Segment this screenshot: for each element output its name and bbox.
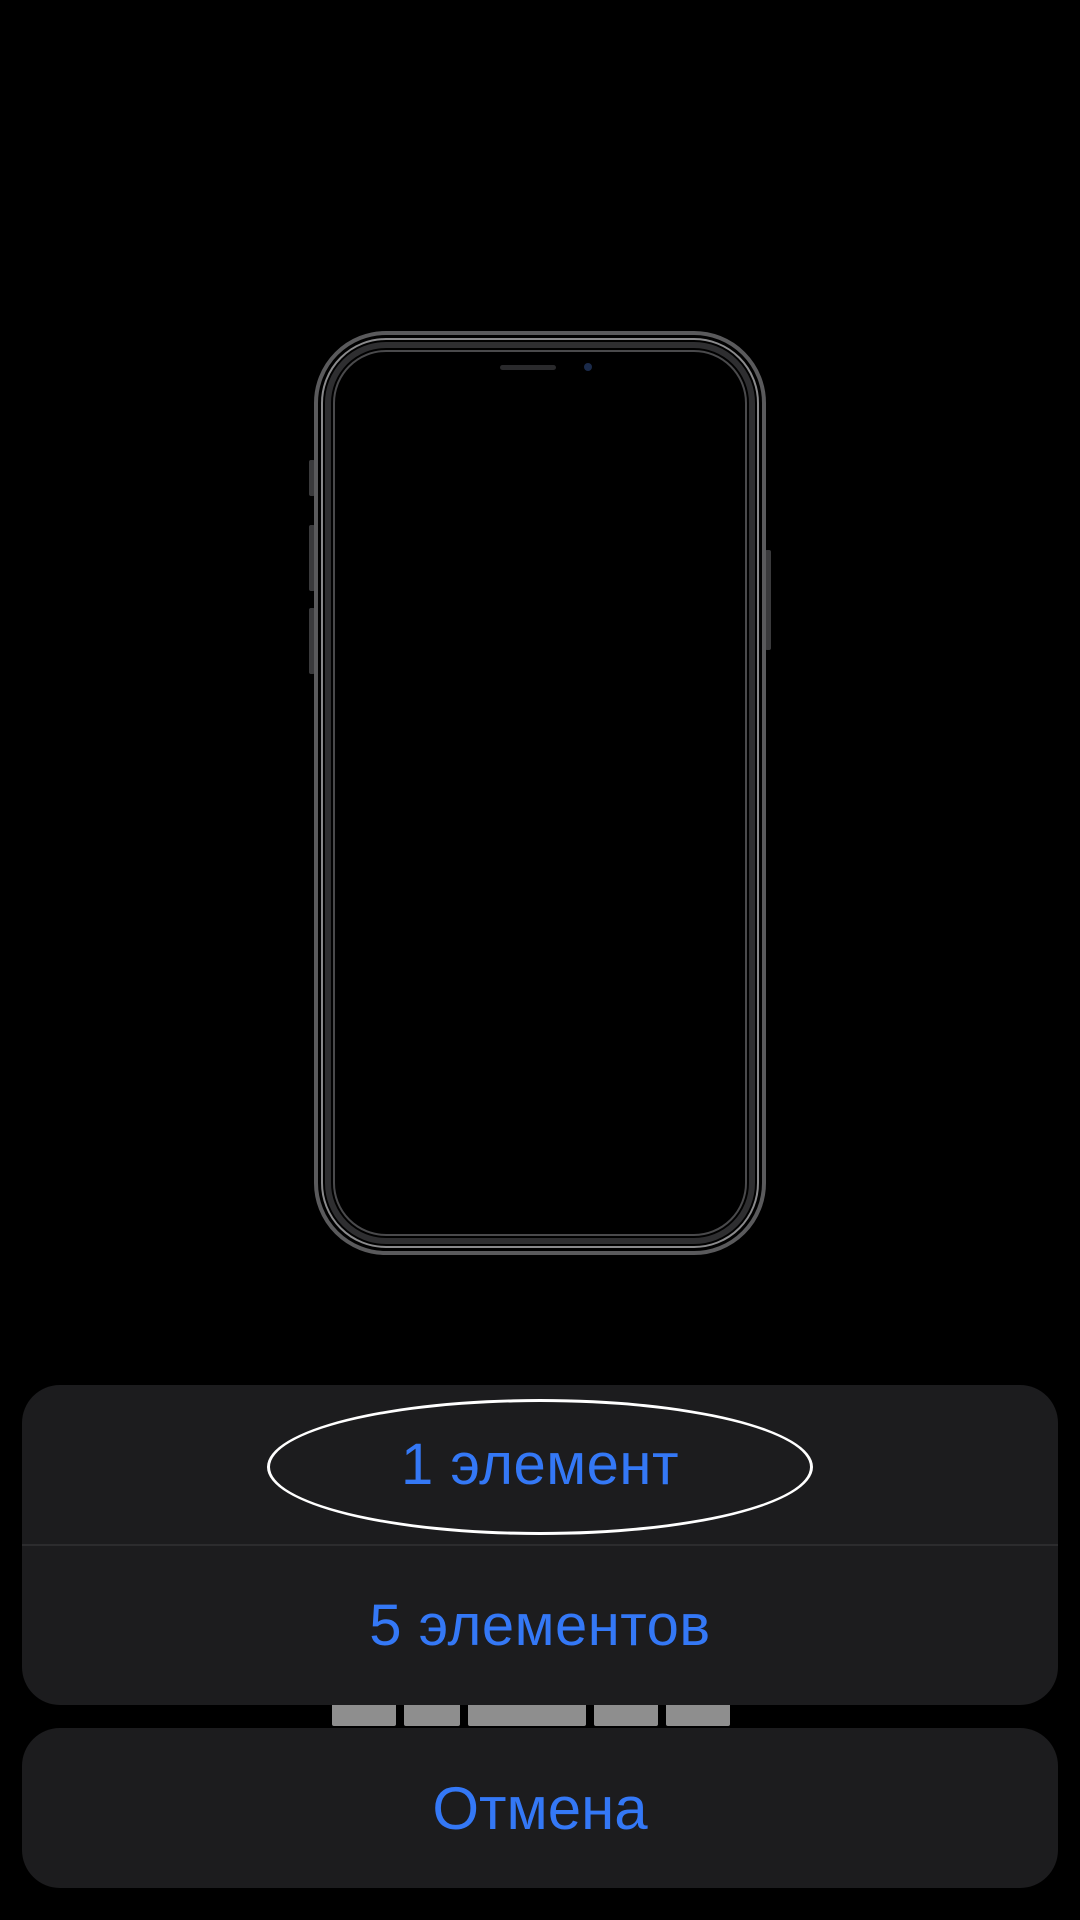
screen: 1 элемент 5 элементов Отмена (0, 0, 1080, 1920)
cancel-button[interactable]: Отмена (22, 1728, 1058, 1888)
action-sheet: 1 элемент 5 элементов (22, 1385, 1058, 1705)
option-label: 5 элементов (369, 1593, 711, 1658)
option-label: 1 элемент (400, 1432, 680, 1497)
option-5-elements[interactable]: 5 элементов (22, 1546, 1058, 1705)
iphone-outline-icon (300, 325, 780, 1260)
option-1-element[interactable]: 1 элемент (22, 1385, 1058, 1544)
cancel-label: Отмена (432, 1774, 648, 1842)
